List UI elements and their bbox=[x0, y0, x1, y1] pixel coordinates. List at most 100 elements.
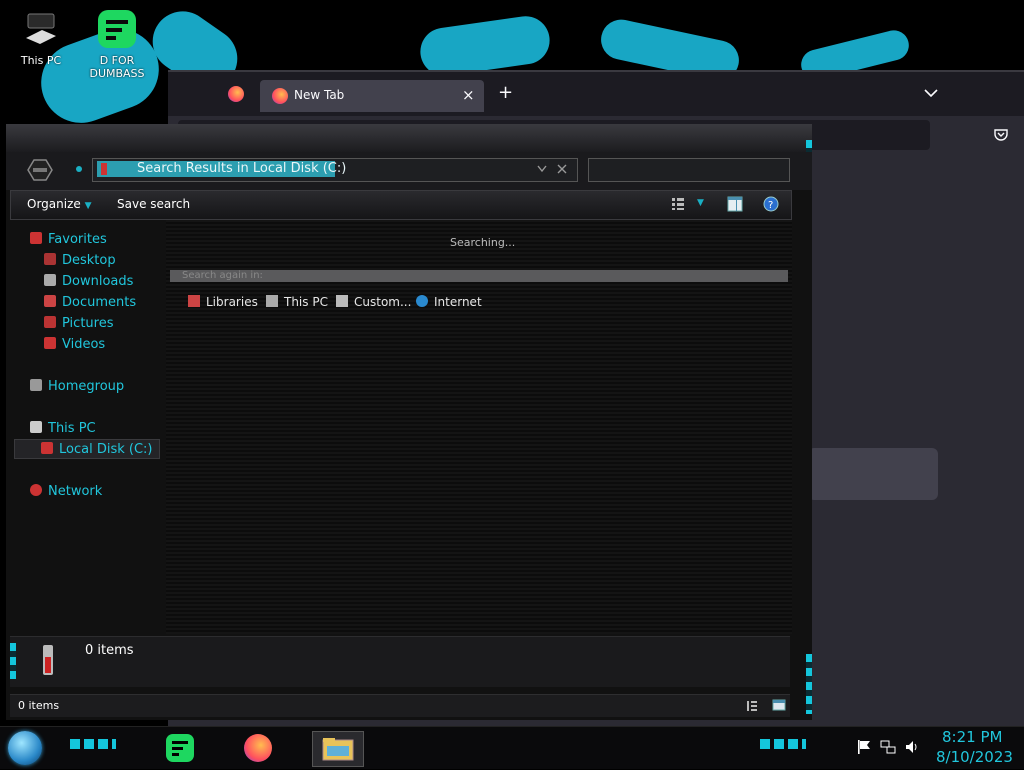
location-label: This PC bbox=[284, 295, 328, 309]
folder-icon bbox=[322, 738, 354, 761]
taskbar-file-explorer[interactable] bbox=[312, 731, 364, 767]
nav-desktop[interactable]: Desktop bbox=[44, 251, 116, 271]
network-icon[interactable] bbox=[880, 739, 896, 755]
clock-date[interactable]: 8/10/2023 bbox=[936, 748, 1013, 766]
browser-tab-bar: New Tab × + bbox=[168, 70, 1024, 116]
volume-icon[interactable] bbox=[904, 739, 920, 755]
details-item-count: 0 items bbox=[85, 643, 134, 658]
forward-dot-icon[interactable] bbox=[76, 166, 82, 172]
star-icon bbox=[30, 232, 42, 244]
svg-text:?: ? bbox=[768, 200, 773, 211]
tab-label: New Tab bbox=[294, 88, 345, 102]
pocket-icon[interactable] bbox=[994, 128, 1008, 142]
navigation-pane: Favorites Desktop Downloads Documents Pi… bbox=[10, 220, 167, 634]
nav-label: This PC bbox=[48, 421, 96, 436]
desktop-icon bbox=[44, 253, 56, 265]
nav-label: Favorites bbox=[48, 232, 107, 247]
status-bar: 0 items bbox=[10, 694, 790, 717]
desktop-icon-this-pc[interactable]: This PC bbox=[6, 10, 76, 67]
location-label: Libraries bbox=[206, 295, 258, 309]
command-bar: Organize ▼ Save search ▼ ? bbox=[10, 190, 792, 220]
flag-icon[interactable] bbox=[856, 739, 872, 755]
this-pc-icon bbox=[30, 421, 42, 433]
nav-label: Desktop bbox=[62, 253, 116, 268]
nav-documents[interactable]: Documents bbox=[44, 293, 136, 313]
address-bar[interactable]: Search Results in Local Disk (C:) bbox=[92, 158, 578, 182]
taskbar: 8:21 PM 8/10/2023 bbox=[0, 726, 1024, 769]
spotify-icon bbox=[166, 734, 194, 762]
address-text: Search Results in Local Disk (C:) bbox=[137, 161, 347, 176]
explorer-window: Search Results in Local Disk (C:) Organi… bbox=[6, 124, 812, 720]
address-row: Search Results in Local Disk (C:) bbox=[6, 152, 812, 190]
taskbar-spotify[interactable] bbox=[158, 731, 202, 765]
nav-network[interactable]: Network bbox=[30, 482, 102, 502]
details-view-icon[interactable] bbox=[746, 700, 758, 712]
nav-label: Local Disk (C:) bbox=[59, 442, 153, 457]
videos-icon bbox=[44, 337, 56, 349]
clock-time[interactable]: 8:21 PM bbox=[942, 728, 1002, 746]
taskbar-firefox[interactable] bbox=[236, 731, 280, 765]
search-location-libraries[interactable]: Libraries bbox=[188, 294, 258, 310]
start-button[interactable] bbox=[8, 731, 42, 765]
tab-new-tab[interactable]: New Tab × bbox=[260, 80, 484, 112]
nav-label: Network bbox=[48, 484, 103, 499]
spotify-icon bbox=[96, 10, 138, 50]
save-search-button[interactable]: Save search bbox=[117, 197, 190, 211]
nav-homegroup[interactable]: Homegroup bbox=[30, 377, 124, 397]
nav-downloads[interactable]: Downloads bbox=[44, 272, 133, 292]
nav-label: Videos bbox=[62, 337, 106, 352]
taskbar-accent bbox=[760, 739, 806, 749]
firefox-view-icon[interactable] bbox=[228, 86, 244, 102]
nav-this-pc[interactable]: This PC bbox=[30, 419, 96, 439]
view-options-icon[interactable] bbox=[671, 197, 685, 211]
nav-pictures[interactable]: Pictures bbox=[44, 314, 113, 334]
firefox-icon bbox=[272, 88, 288, 104]
search-location-this-pc[interactable]: This PC bbox=[266, 294, 328, 310]
nav-favorites[interactable]: Favorites bbox=[30, 230, 107, 250]
organize-label: Organize bbox=[27, 197, 81, 211]
custom-folder-icon bbox=[336, 295, 348, 307]
frame-accent bbox=[10, 643, 16, 679]
this-pc-icon bbox=[20, 10, 62, 50]
taskbar-accent bbox=[70, 739, 116, 749]
status-item-count: 0 items bbox=[18, 699, 60, 712]
downloads-icon bbox=[44, 274, 56, 286]
desktop-icon-label: This PC bbox=[20, 54, 62, 67]
search-input[interactable] bbox=[588, 158, 790, 182]
nav-videos[interactable]: Videos bbox=[44, 335, 105, 355]
nav-label: Downloads bbox=[62, 274, 134, 289]
firefox-icon bbox=[244, 734, 272, 762]
clear-address-icon[interactable] bbox=[557, 164, 567, 174]
drive-icon bbox=[43, 645, 53, 675]
tiles-view-icon[interactable] bbox=[772, 699, 786, 711]
chevron-down-icon[interactable] bbox=[924, 88, 938, 98]
search-results-icon bbox=[101, 163, 107, 175]
location-label: Custom... bbox=[354, 295, 412, 309]
explorer-title-bar[interactable] bbox=[6, 124, 812, 153]
documents-icon bbox=[44, 295, 56, 307]
local-disk-icon bbox=[41, 442, 53, 454]
search-location-custom[interactable]: Custom... bbox=[336, 294, 411, 310]
new-tab-button[interactable]: + bbox=[498, 82, 513, 103]
this-pc-icon bbox=[266, 295, 278, 307]
libraries-icon bbox=[188, 295, 200, 307]
results-pane: Searching... Search again in: Libraries … bbox=[166, 220, 792, 634]
wallpaper-stroke bbox=[417, 13, 553, 79]
preview-pane-icon[interactable] bbox=[727, 196, 743, 212]
desktop-icon-d-for-dumbass[interactable]: D FOR DUMBASS bbox=[82, 10, 152, 80]
chevron-down-icon[interactable]: ▼ bbox=[697, 198, 704, 208]
nav-label: Documents bbox=[62, 295, 137, 310]
chevron-down-icon: ▼ bbox=[84, 201, 92, 211]
searching-status: Searching... bbox=[450, 236, 516, 249]
homegroup-icon bbox=[30, 379, 42, 391]
internet-explorer-icon bbox=[416, 295, 428, 307]
back-button-icon[interactable] bbox=[22, 156, 58, 184]
nav-local-disk[interactable]: Local Disk (C:) bbox=[14, 439, 160, 459]
help-icon[interactable]: ? bbox=[763, 196, 779, 212]
search-location-internet[interactable]: Internet bbox=[416, 294, 482, 310]
address-highlight: Search Results in Local Disk (C:) bbox=[97, 161, 346, 177]
close-tab-icon[interactable]: × bbox=[462, 86, 475, 104]
address-dropdown-icon[interactable] bbox=[537, 165, 547, 173]
organize-button[interactable]: Organize ▼ bbox=[27, 197, 92, 211]
frame-accent bbox=[806, 654, 812, 714]
